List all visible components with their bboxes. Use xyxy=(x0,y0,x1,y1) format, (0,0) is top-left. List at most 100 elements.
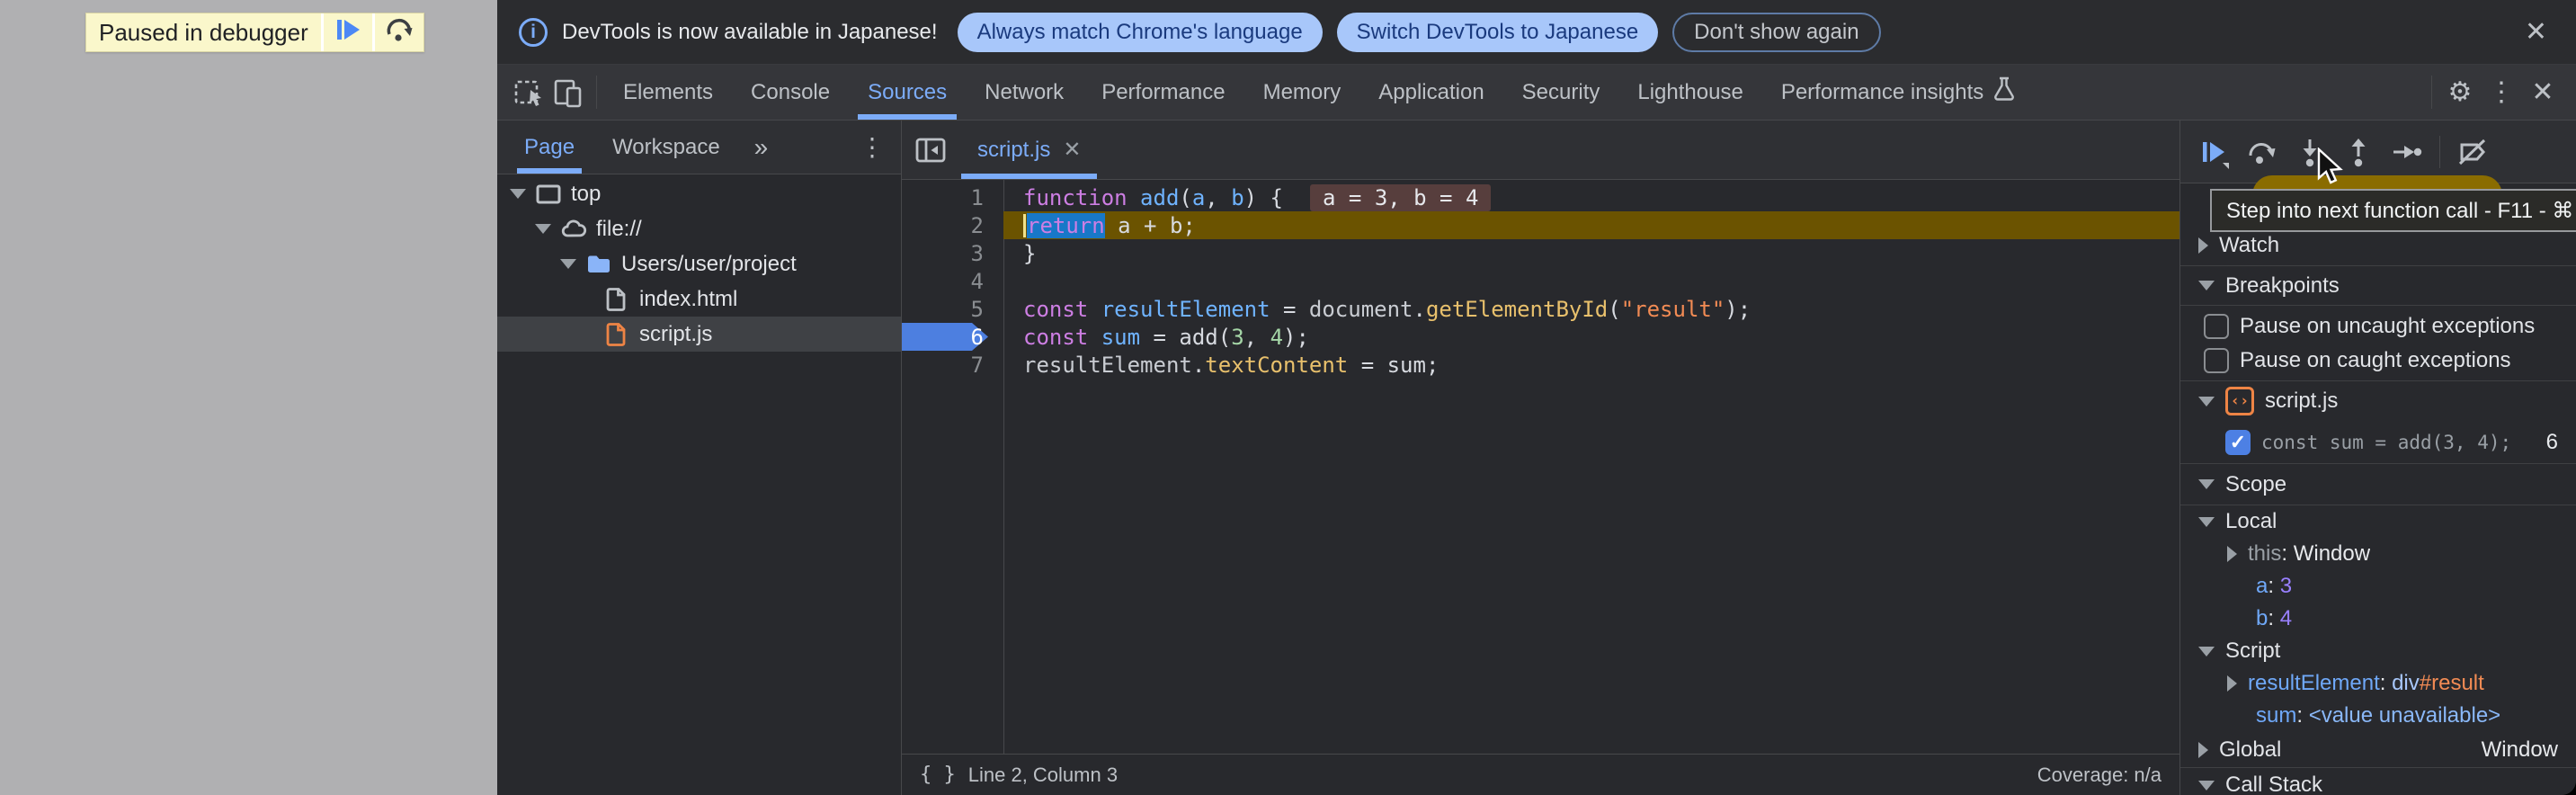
coverage-status: Coverage: n/a xyxy=(2037,764,2162,787)
step-over-banner-button[interactable] xyxy=(375,13,423,51)
step-button[interactable] xyxy=(2385,130,2429,174)
expand-arrow-icon xyxy=(2198,281,2215,290)
editor-tab-script-js[interactable]: script.js ✕ xyxy=(959,121,1099,179)
resume-icon xyxy=(333,14,363,51)
infobar-close-button[interactable]: ✕ xyxy=(2518,15,2554,49)
collapse-arrow-icon xyxy=(2198,237,2208,254)
devtools-close-button[interactable]: ✕ xyxy=(2522,65,2563,120)
pause-uncaught-checkbox[interactable] xyxy=(2204,314,2229,339)
scope-entry-this[interactable]: this: Window xyxy=(2180,538,2576,570)
line-number[interactable]: 6 xyxy=(902,325,1003,350)
tree-item-project-folder[interactable]: Users/user/project xyxy=(497,246,901,281)
toggle-navigator-panel-button[interactable] xyxy=(902,121,959,179)
resume-script-execution-button[interactable] xyxy=(2191,130,2234,174)
info-icon: i xyxy=(519,18,548,47)
selected-token: return xyxy=(1027,213,1105,238)
tab-console[interactable]: Console xyxy=(732,65,849,120)
tab-application[interactable]: Application xyxy=(1359,65,1502,120)
resume-script-button[interactable] xyxy=(324,13,372,51)
expand-arrow-icon[interactable] xyxy=(510,189,526,199)
sidebar-overflow-tabs-button[interactable]: » xyxy=(754,121,769,174)
code-area[interactable]: 1 function add(a, b) {a = 3, b = 4 2 ret… xyxy=(902,180,2179,754)
paused-banner-label: Paused in debugger xyxy=(86,13,321,51)
tree-item-top-frame[interactable]: top xyxy=(497,176,901,211)
pause-caught-exceptions-row[interactable]: Pause on caught exceptions xyxy=(2180,344,2576,378)
call-stack-section-header[interactable]: Call Stack xyxy=(2180,768,2576,795)
tab-memory[interactable]: Memory xyxy=(1244,65,1360,120)
switch-to-japanese-button[interactable]: Switch DevTools to Japanese xyxy=(1337,13,1659,52)
expand-arrow-icon xyxy=(2198,781,2215,791)
sidebar-kebab-button[interactable]: ⋮ xyxy=(843,121,901,174)
source-editor: script.js ✕ 1 function add(a, b) {a = 3,… xyxy=(902,121,2179,795)
line-number[interactable]: 5 xyxy=(902,297,1003,322)
scope-local-header[interactable]: Local xyxy=(2180,505,2576,538)
settings-gear-button[interactable]: ⚙ xyxy=(2439,65,2481,120)
inspect-element-button[interactable] xyxy=(510,65,549,120)
sidebar-tab-workspace[interactable]: Workspace xyxy=(609,121,724,174)
step-over-button[interactable] xyxy=(2240,130,2283,174)
tab-elements[interactable]: Elements xyxy=(604,65,732,120)
tab-performance-insights[interactable]: Performance insights xyxy=(1762,65,2035,120)
tab-lighthouse[interactable]: Lighthouse xyxy=(1618,65,1761,120)
device-toolbar-button[interactable] xyxy=(549,65,589,120)
editor-statusbar: { } Line 2, Column 3 Coverage: n/a xyxy=(902,754,2179,795)
expand-arrow-icon xyxy=(2198,397,2215,406)
line-number[interactable]: 3 xyxy=(902,241,1003,266)
infobar-message: DevTools is now available in Japanese! xyxy=(562,20,938,45)
breakpoint-enabled-checkbox[interactable] xyxy=(2225,430,2251,455)
code-line-1: 1 function add(a, b) {a = 3, b = 4 xyxy=(902,183,2179,211)
code-line-3: 3 } xyxy=(902,239,2179,267)
more-options-kebab-button[interactable]: ⋮ xyxy=(2481,65,2522,120)
tab-sources[interactable]: Sources xyxy=(849,65,966,120)
breakpoints-section-header[interactable]: Breakpoints xyxy=(2180,266,2576,306)
global-value: Window xyxy=(2482,737,2576,763)
sidebar-tab-page[interactable]: Page xyxy=(521,121,578,174)
breakpoint-line-number: 6 xyxy=(2546,430,2576,455)
scope-entry-a[interactable]: a: 3 xyxy=(2180,570,2576,603)
scope-entry-b[interactable]: b: 4 xyxy=(2180,603,2576,635)
pause-caught-checkbox[interactable] xyxy=(2204,348,2229,373)
expand-arrow-icon[interactable] xyxy=(2198,742,2208,758)
code-line-4: 4 xyxy=(902,267,2179,295)
scope-section-header[interactable]: Scope xyxy=(2180,464,2576,505)
expand-arrow-icon[interactable] xyxy=(560,259,576,269)
debugger-toolbar xyxy=(2180,121,2576,183)
step-into-tooltip: Step into next function call - F11 - ⌘ ; xyxy=(2210,189,2576,232)
tab-performance[interactable]: Performance xyxy=(1083,65,1243,120)
expand-arrow-icon[interactable] xyxy=(2227,546,2237,562)
pause-uncaught-exceptions-row[interactable]: Pause on uncaught exceptions xyxy=(2180,309,2576,344)
expand-arrow-icon[interactable] xyxy=(535,224,551,234)
line-number[interactable]: 4 xyxy=(902,269,1003,294)
breakpoint-file-group[interactable]: ‹› script.js xyxy=(2180,381,2576,421)
tree-item-index-html[interactable]: index.html xyxy=(497,281,901,317)
scope-entry-result-element[interactable]: resultElement: div#result xyxy=(2180,667,2576,700)
tree-item-script-js[interactable]: script.js xyxy=(497,317,901,352)
flask-icon xyxy=(1992,76,2016,108)
sidebar-nav: Page Workspace » ⋮ xyxy=(497,121,901,174)
line-number[interactable]: 7 xyxy=(902,353,1003,378)
tab-security[interactable]: Security xyxy=(1503,65,1619,120)
paused-in-debugger-banner: Paused in debugger xyxy=(85,13,424,52)
js-file-icon xyxy=(603,321,630,348)
expand-arrow-icon xyxy=(2198,647,2215,657)
devtools-screenshot: Paused in debugger i DevTo xyxy=(0,0,2576,795)
pretty-print-button[interactable]: { } xyxy=(920,764,956,786)
tree-item-file-origin[interactable]: file:// xyxy=(497,211,901,246)
always-match-language-button[interactable]: Always match Chrome's language xyxy=(958,13,1323,52)
line-number[interactable]: 1 xyxy=(902,185,1003,210)
scope-global-row[interactable]: Global Window xyxy=(2180,732,2576,768)
line-number[interactable]: 2 xyxy=(902,213,1003,238)
editor-tab-close-icon[interactable]: ✕ xyxy=(1063,137,1081,163)
deactivate-breakpoints-button[interactable] xyxy=(2451,130,2494,174)
expand-arrow-icon xyxy=(2198,517,2215,527)
breakpoint-entry-row[interactable]: const sum = add(3, 4); 6 xyxy=(2180,421,2576,464)
debugger-sections: Watch Breakpoints Pause on uncaught exce… xyxy=(2180,183,2576,795)
expand-arrow-icon[interactable] xyxy=(2227,675,2237,692)
scope-entry-sum[interactable]: sum: <value unavailable> xyxy=(2180,700,2576,732)
main-toolbar: Elements Console Sources Network Perform… xyxy=(497,65,2576,121)
tab-network[interactable]: Network xyxy=(966,65,1083,120)
code-line-2-paused: 2 return a + b; xyxy=(902,211,2179,239)
scope-script-header[interactable]: Script xyxy=(2180,635,2576,667)
language-infobar: i DevTools is now available in Japanese!… xyxy=(497,0,2576,65)
dont-show-again-button[interactable]: Don't show again xyxy=(1672,13,1880,52)
